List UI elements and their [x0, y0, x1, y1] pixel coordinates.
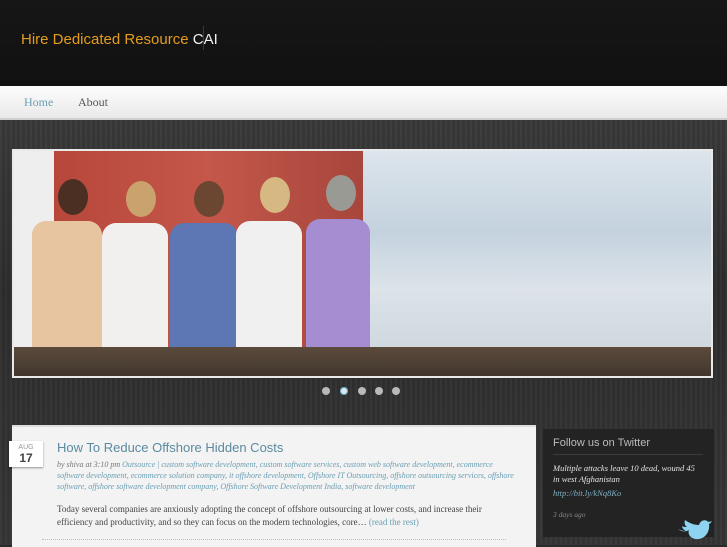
twitter-widget-title: Follow us on Twitter [553, 437, 651, 449]
site-header: Hire Dedicated Resource CAI [0, 0, 727, 86]
post-divider [42, 539, 506, 540]
slider-dot-1[interactable] [322, 387, 330, 395]
nav-item-about[interactable]: About [78, 95, 108, 110]
twitter-bird-icon[interactable] [676, 520, 712, 542]
post-title[interactable]: How To Reduce Offshore Hidden Costs [57, 440, 283, 455]
slider-dot-5[interactable] [392, 387, 400, 395]
slider-dot-3[interactable] [358, 387, 366, 395]
tweet-link[interactable]: http://bit.ly/kNq8Ko [553, 488, 621, 498]
post-meta: by shiva at 3:10 pm Outsource | custom s… [57, 459, 517, 492]
post-author-time: by shiva at 3:10 pm [57, 460, 121, 469]
post-date-badge: AUG 17 [9, 441, 43, 467]
post-excerpt: Today several companies are anxiously ad… [57, 503, 519, 529]
twitter-widget-divider [553, 454, 703, 455]
tweet-time: 3 days ago [553, 510, 586, 519]
post-date-day: 17 [19, 451, 33, 465]
header-divider [203, 26, 204, 50]
site-logo[interactable]: Hire Dedicated Resource CAI [21, 31, 218, 48]
slider-dot-2[interactable] [340, 387, 348, 395]
slider-dot-4[interactable] [375, 387, 383, 395]
logo-accent-text: CAI [192, 31, 218, 48]
main-nav: Home About [0, 86, 727, 120]
image-slider[interactable] [12, 149, 713, 378]
tweet-text: Multiple attacks leave 10 dead, wound 45… [553, 463, 695, 484]
logo-main-text: Hire Dedicated Resource [21, 31, 189, 48]
post-categories[interactable]: Outsource | custom software development,… [57, 460, 514, 491]
slide-window-sky [363, 151, 711, 376]
nav-item-home[interactable]: Home [24, 95, 53, 110]
read-more-link[interactable]: (read the rest) [369, 517, 419, 527]
slide-table [14, 347, 711, 376]
